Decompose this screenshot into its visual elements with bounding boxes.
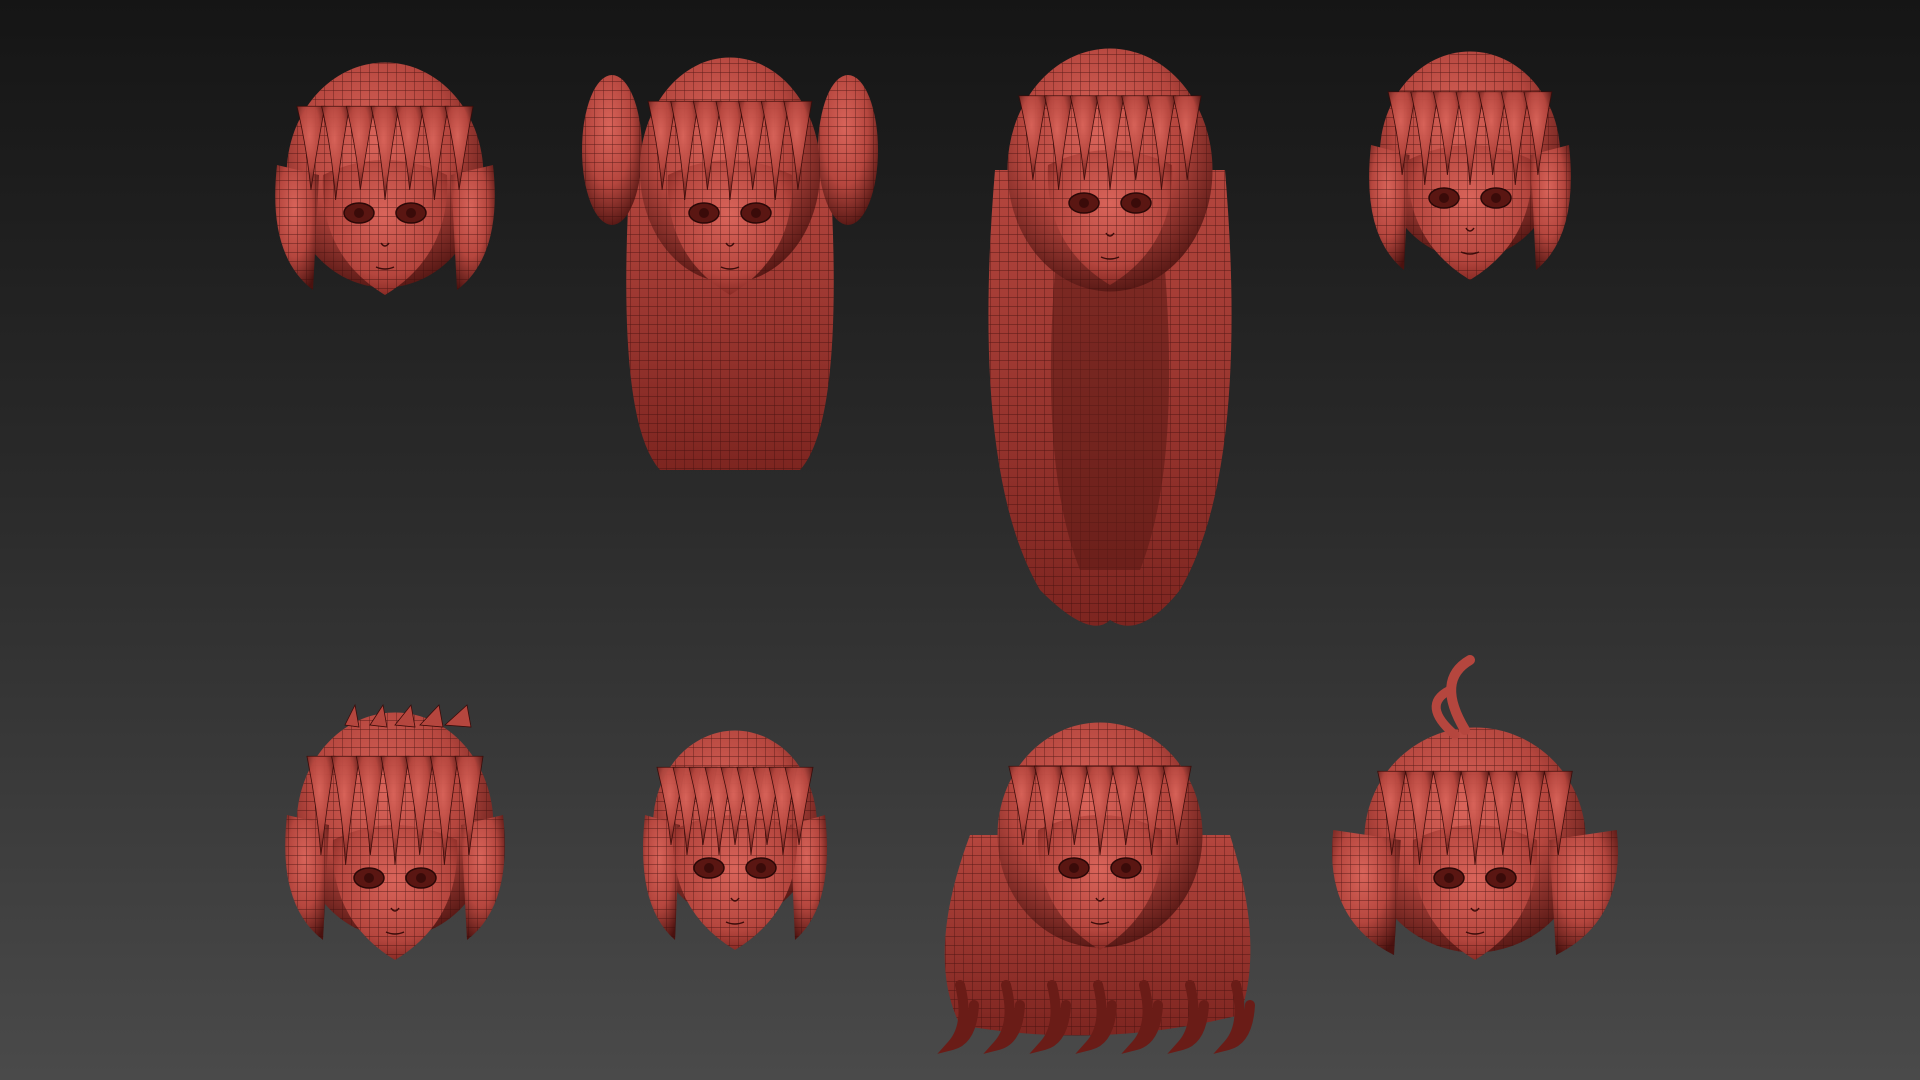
head-short-bob-with-side-braid[interactable]: [275, 62, 495, 296]
sculpt-scene: [275, 48, 1618, 1054]
3d-viewport[interactable]: [0, 0, 1920, 1080]
head-wavy-medium-hair[interactable]: [937, 722, 1255, 1054]
head-short-boyish-hair[interactable]: [1369, 51, 1571, 281]
head-bob-with-ahoge[interactable]: [1332, 655, 1618, 960]
head-very-long-flowing-hair[interactable]: [988, 48, 1232, 626]
head-round-bowl-cut[interactable]: [643, 730, 827, 951]
head-messy-spiky-bob[interactable]: [285, 703, 505, 960]
head-long-hair-with-ear-buns[interactable]: [582, 57, 878, 471]
